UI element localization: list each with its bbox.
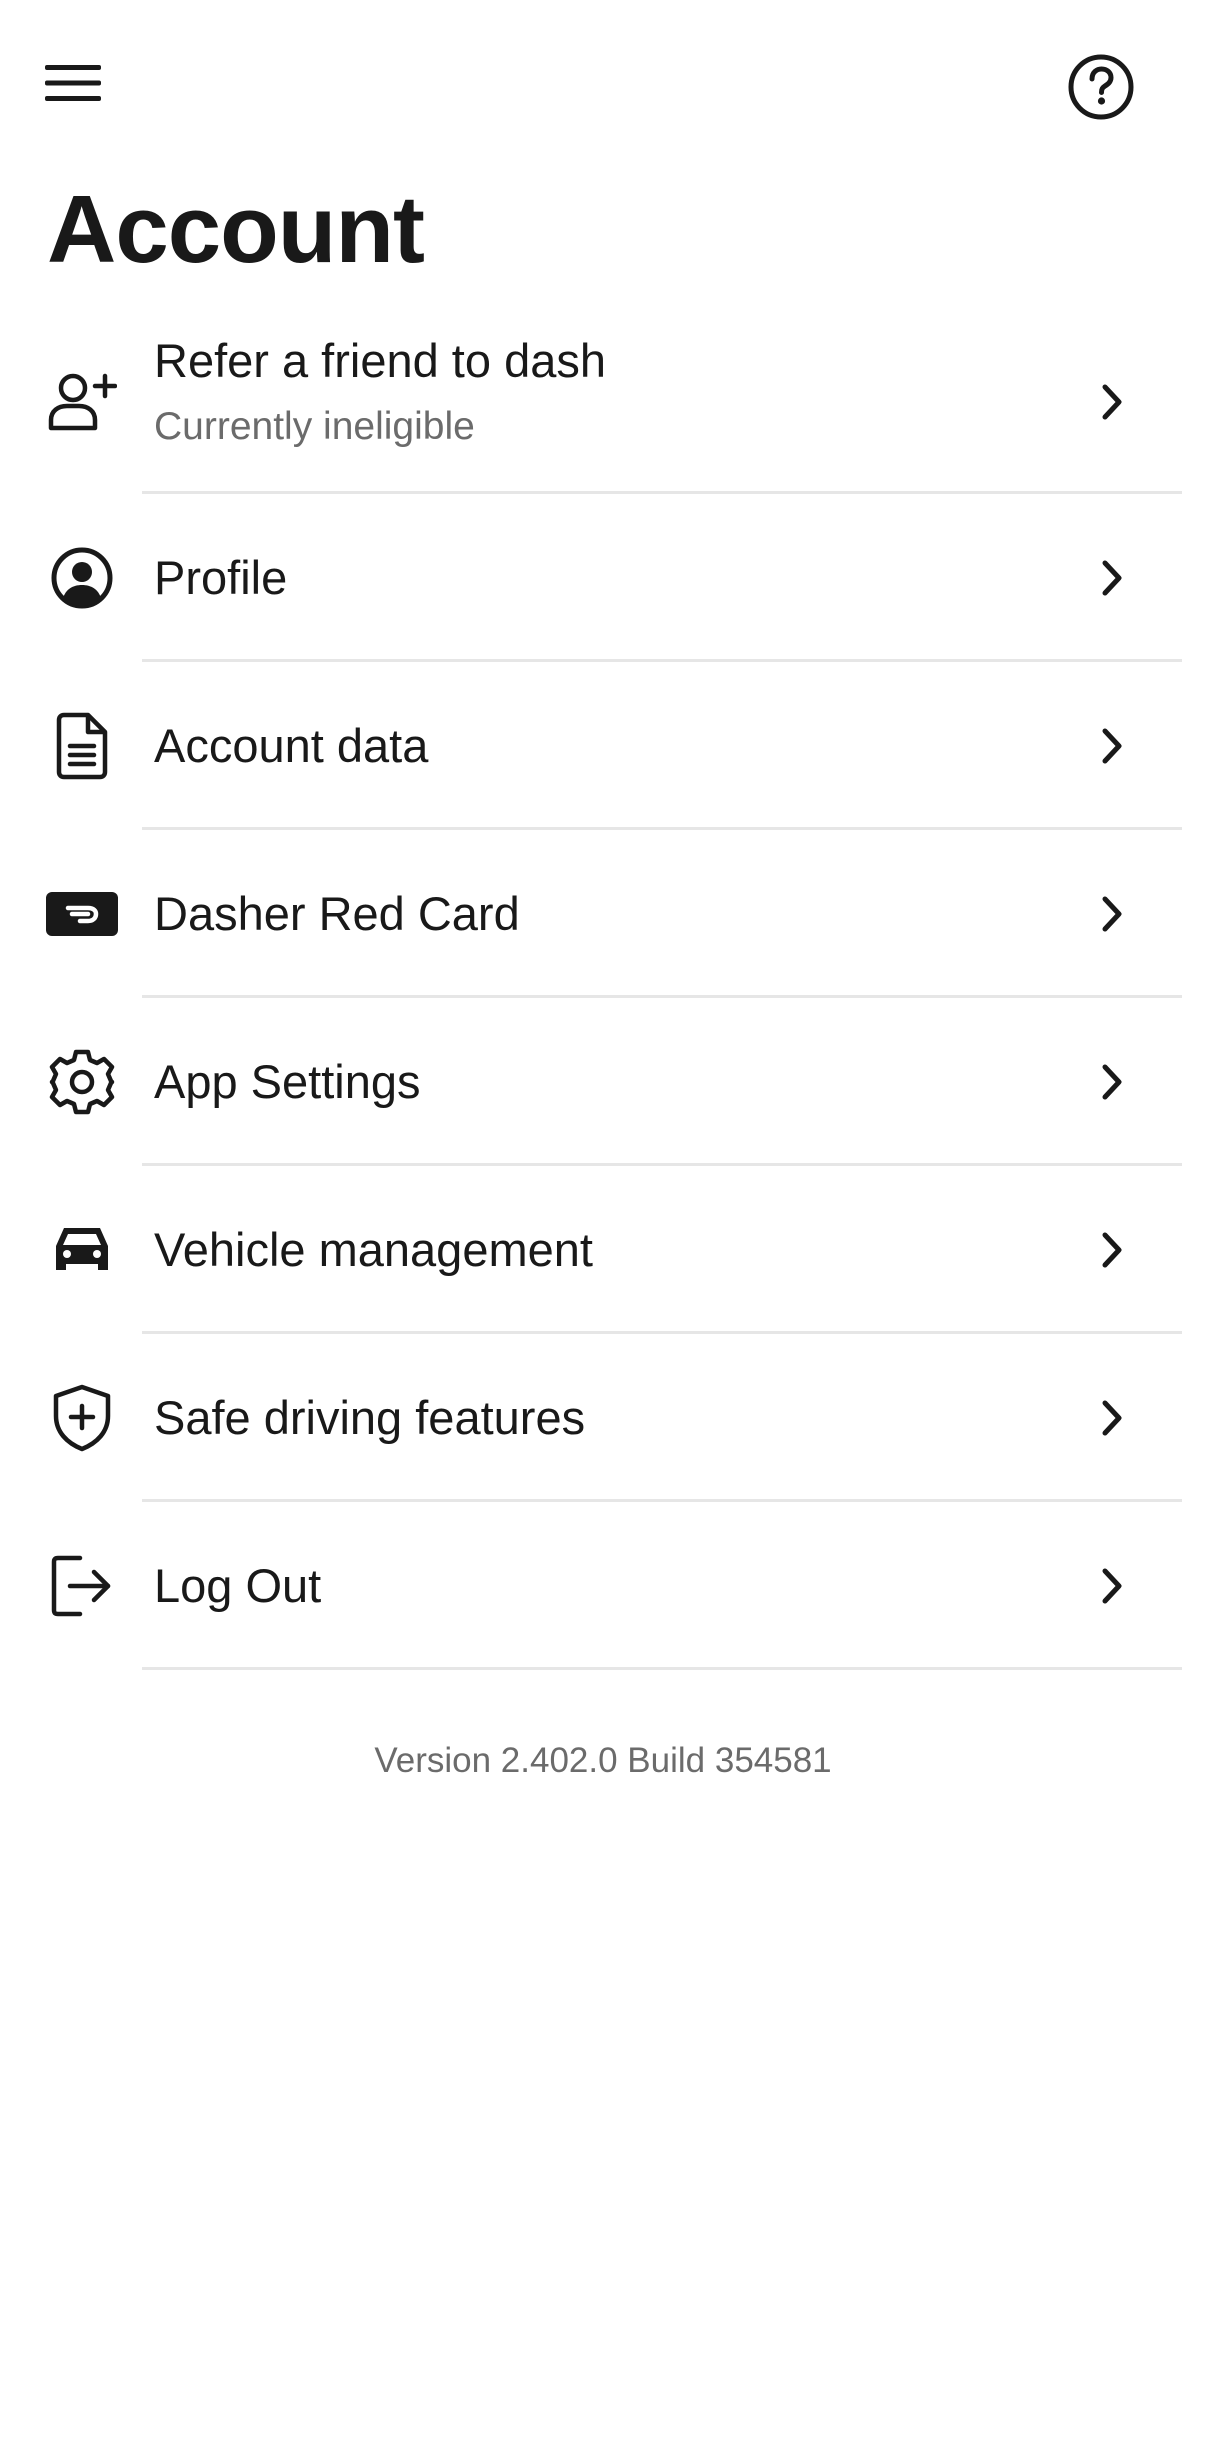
red-card-icon <box>46 878 118 950</box>
version-text: Version 2.402.0 Build 354581 <box>374 1741 832 1780</box>
menu-item-refer-a-friend[interactable]: Refer a friend to dash Currently ineligi… <box>0 310 1206 494</box>
hamburger-menu-icon[interactable] <box>36 46 110 120</box>
chevron-right-icon <box>1084 1558 1140 1614</box>
question-circle-icon[interactable] <box>1064 50 1138 124</box>
top-bar <box>0 0 1206 170</box>
chevron-right-icon <box>1084 1222 1140 1278</box>
chevron-right-icon <box>1084 718 1140 774</box>
menu-item-label: Vehicle management <box>154 1223 593 1276</box>
chevron-right-icon <box>1084 1390 1140 1446</box>
menu-item-label: Safe driving features <box>154 1391 586 1444</box>
chevron-right-icon <box>1084 886 1140 942</box>
menu-item-account-data[interactable]: Account data <box>0 662 1206 830</box>
menu-item-label: Dasher Red Card <box>154 887 520 940</box>
document-icon <box>46 710 118 782</box>
user-circle-icon <box>46 542 118 614</box>
person-add-icon <box>46 366 118 438</box>
menu-item-sublabel: Currently ineligible <box>154 405 475 448</box>
chevron-right-icon <box>1084 1054 1140 1110</box>
shield-plus-icon <box>46 1382 118 1454</box>
gear-icon <box>46 1046 118 1118</box>
menu-item-profile[interactable]: Profile <box>0 494 1206 662</box>
menu-item-label: Profile <box>154 551 288 604</box>
menu-item-log-out[interactable]: Log Out <box>0 1502 1206 1670</box>
chevron-right-icon <box>1084 374 1140 430</box>
logout-icon <box>46 1550 118 1622</box>
menu-item-vehicle-management[interactable]: Vehicle management <box>0 1166 1206 1334</box>
menu-item-dasher-red-card[interactable]: Dasher Red Card <box>0 830 1206 998</box>
menu-item-safe-driving-features[interactable]: Safe driving features <box>0 1334 1206 1502</box>
menu-item-label: Account data <box>154 719 429 772</box>
page-title: Account <box>47 176 425 283</box>
divider <box>142 1667 1182 1670</box>
car-icon <box>46 1214 118 1286</box>
menu-item-label: Refer a friend to dash <box>154 334 606 387</box>
menu-item-app-settings[interactable]: App Settings <box>0 998 1206 1166</box>
menu-item-label: App Settings <box>154 1055 421 1108</box>
account-menu-list: Refer a friend to dash Currently ineligi… <box>0 310 1206 1670</box>
menu-item-label: Log Out <box>154 1559 322 1612</box>
chevron-right-icon <box>1084 550 1140 606</box>
